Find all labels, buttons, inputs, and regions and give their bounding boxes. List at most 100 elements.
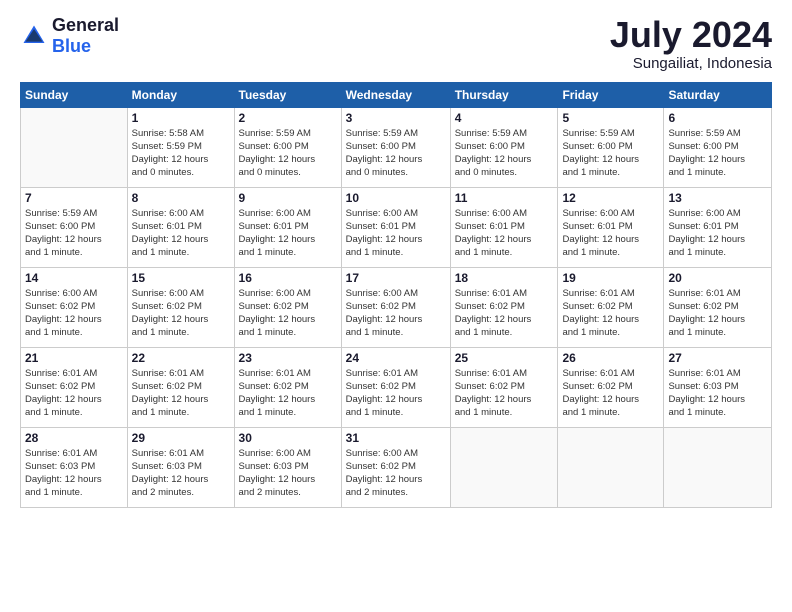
- day-number: 22: [132, 351, 230, 365]
- calendar-cell: 13 Sunrise: 6:00 AMSunset: 6:01 PMDayligh…: [664, 187, 772, 267]
- calendar-cell: 27Sunrise: 6:01 AMSunset: 6:03 PMDayligh…: [664, 347, 772, 427]
- day-number: 20: [668, 271, 767, 285]
- day-number: 23: [239, 351, 337, 365]
- day-info: Sunrise: 6:01 AMSunset: 6:02 PMDaylight:…: [668, 287, 767, 340]
- calendar-header-row: Sunday Monday Tuesday Wednesday Thursday…: [21, 82, 772, 107]
- calendar-cell: 23 Sunrise: 6:01 AMSunset: 6:02 PMDayligh…: [234, 347, 341, 427]
- day-number: 14: [25, 271, 123, 285]
- logo-icon: [20, 22, 48, 50]
- calendar-cell: 26Sunrise: 6:01 AMSunset: 6:02 PMDayligh…: [558, 347, 664, 427]
- calendar-cell: 2 Sunrise: 5:59 AMSunset: 6:00 PMDaylight…: [234, 107, 341, 187]
- day-number: 26: [562, 351, 659, 365]
- calendar-cell: 14Sunrise: 6:00 AMSunset: 6:02 PMDayligh…: [21, 267, 128, 347]
- day-number: 12: [562, 191, 659, 205]
- calendar-cell: 3 Sunrise: 5:59 AMSunset: 6:00 PMDaylight…: [341, 107, 450, 187]
- calendar-cell: [450, 427, 558, 507]
- week-row-2: 7 Sunrise: 5:59 AMSunset: 6:00 PMDaylight…: [21, 187, 772, 267]
- col-saturday: Saturday: [664, 82, 772, 107]
- calendar-cell: 31 Sunrise: 6:00 AMSunset: 6:02 PMDayligh…: [341, 427, 450, 507]
- calendar-cell: 7 Sunrise: 5:59 AMSunset: 6:00 PMDaylight…: [21, 187, 128, 267]
- day-number: 15: [132, 271, 230, 285]
- calendar-cell: 29Sunrise: 6:01 AMSunset: 6:03 PMDayligh…: [127, 427, 234, 507]
- logo-text: General Blue: [52, 15, 119, 57]
- calendar-cell: 11Sunrise: 6:00 AMSunset: 6:01 PMDayligh…: [450, 187, 558, 267]
- header: General Blue July 2024 Sungailiat, Indon…: [20, 15, 772, 72]
- col-tuesday: Tuesday: [234, 82, 341, 107]
- calendar-cell: [558, 427, 664, 507]
- day-info: Sunrise: 6:00 AMSunset: 6:02 PMDaylight:…: [346, 447, 446, 500]
- logo: General Blue: [20, 15, 119, 57]
- day-number: 3: [346, 111, 446, 125]
- calendar-cell: [664, 427, 772, 507]
- day-number: 6: [668, 111, 767, 125]
- day-number: 28: [25, 431, 123, 445]
- col-friday: Friday: [558, 82, 664, 107]
- calendar-cell: 22 Sunrise: 6:01 AMSunset: 6:02 PMDayligh…: [127, 347, 234, 427]
- day-info: Sunrise: 6:01 AMSunset: 6:02 PMDaylight:…: [346, 367, 446, 420]
- logo-general: General: [52, 15, 119, 35]
- day-number: 17: [346, 271, 446, 285]
- day-number: 7: [25, 191, 123, 205]
- calendar-cell: 28Sunrise: 6:01 AMSunset: 6:03 PMDayligh…: [21, 427, 128, 507]
- day-info: Sunrise: 6:01 AMSunset: 6:02 PMDaylight:…: [562, 287, 659, 340]
- day-info: Sunrise: 5:59 AMSunset: 6:00 PMDaylight:…: [25, 207, 123, 260]
- calendar-cell: 5Sunrise: 5:59 AMSunset: 6:00 PMDaylight…: [558, 107, 664, 187]
- calendar-cell: 21 Sunrise: 6:01 AMSunset: 6:02 PMDayligh…: [21, 347, 128, 427]
- calendar-cell: [21, 107, 128, 187]
- day-number: 4: [455, 111, 554, 125]
- week-row-1: 1Sunrise: 5:58 AMSunset: 5:59 PMDaylight…: [21, 107, 772, 187]
- day-number: 13: [668, 191, 767, 205]
- title-block: July 2024 Sungailiat, Indonesia: [610, 15, 772, 72]
- day-info: Sunrise: 6:01 AMSunset: 6:02 PMDaylight:…: [455, 287, 554, 340]
- day-info: Sunrise: 6:00 AMSunset: 6:03 PMDaylight:…: [239, 447, 337, 500]
- week-row-3: 14 Sunrise: 6:00 AMSunset: 6:02 PMDayligh…: [21, 267, 772, 347]
- day-info: Sunrise: 5:59 AMSunset: 6:00 PMDaylight:…: [239, 127, 337, 180]
- day-info: Sunrise: 6:00 AMSunset: 6:01 PMDaylight:…: [346, 207, 446, 260]
- calendar-cell: 18 Sunrise: 6:01 AMSunset: 6:02 PMDayligh…: [450, 267, 558, 347]
- day-info: Sunrise: 6:01 AMSunset: 6:02 PMDaylight:…: [132, 367, 230, 420]
- day-info: Sunrise: 6:00 AMSunset: 6:01 PMDaylight:…: [668, 207, 767, 260]
- day-number: 21: [25, 351, 123, 365]
- day-info: Sunrise: 6:00 AMSunset: 6:02 PMDaylight:…: [346, 287, 446, 340]
- col-monday: Monday: [127, 82, 234, 107]
- day-info: Sunrise: 6:01 AMSunset: 6:02 PMDaylight:…: [239, 367, 337, 420]
- day-number: 8: [132, 191, 230, 205]
- day-info: Sunrise: 5:59 AMSunset: 6:00 PMDaylight:…: [668, 127, 767, 180]
- logo-blue: Blue: [52, 36, 91, 56]
- day-number: 27: [668, 351, 767, 365]
- calendar-cell: 30 Sunrise: 6:00 AMSunset: 6:03 PMDayligh…: [234, 427, 341, 507]
- day-info: Sunrise: 6:00 AMSunset: 6:01 PMDaylight:…: [132, 207, 230, 260]
- day-info: Sunrise: 6:01 AMSunset: 6:02 PMDaylight:…: [25, 367, 123, 420]
- month-title: July 2024: [610, 15, 772, 55]
- calendar-cell: 15 Sunrise: 6:00 AMSunset: 6:02 PMDayligh…: [127, 267, 234, 347]
- calendar-cell: 10Sunrise: 6:00 AMSunset: 6:01 PMDayligh…: [341, 187, 450, 267]
- day-number: 19: [562, 271, 659, 285]
- day-info: Sunrise: 6:01 AMSunset: 6:03 PMDaylight:…: [132, 447, 230, 500]
- calendar-cell: 4 Sunrise: 5:59 AMSunset: 6:00 PMDaylight…: [450, 107, 558, 187]
- day-info: Sunrise: 6:00 AMSunset: 6:01 PMDaylight:…: [455, 207, 554, 260]
- calendar-cell: 1Sunrise: 5:58 AMSunset: 5:59 PMDaylight…: [127, 107, 234, 187]
- calendar-cell: 6 Sunrise: 5:59 AMSunset: 6:00 PMDaylight…: [664, 107, 772, 187]
- day-info: Sunrise: 5:58 AMSunset: 5:59 PMDaylight:…: [132, 127, 230, 180]
- day-number: 9: [239, 191, 337, 205]
- calendar-table: Sunday Monday Tuesday Wednesday Thursday…: [20, 82, 772, 508]
- calendar-cell: 20 Sunrise: 6:01 AMSunset: 6:02 PMDayligh…: [664, 267, 772, 347]
- day-info: Sunrise: 6:00 AMSunset: 6:02 PMDaylight:…: [132, 287, 230, 340]
- col-sunday: Sunday: [21, 82, 128, 107]
- day-number: 31: [346, 431, 446, 445]
- calendar-cell: 9Sunrise: 6:00 AMSunset: 6:01 PMDaylight…: [234, 187, 341, 267]
- page: General Blue July 2024 Sungailiat, Indon…: [0, 0, 792, 612]
- day-number: 25: [455, 351, 554, 365]
- day-info: Sunrise: 5:59 AMSunset: 6:00 PMDaylight:…: [346, 127, 446, 180]
- day-number: 24: [346, 351, 446, 365]
- day-number: 18: [455, 271, 554, 285]
- col-thursday: Thursday: [450, 82, 558, 107]
- day-number: 16: [239, 271, 337, 285]
- calendar-cell: 24 Sunrise: 6:01 AMSunset: 6:02 PMDayligh…: [341, 347, 450, 427]
- day-number: 5: [562, 111, 659, 125]
- day-info: Sunrise: 6:00 AMSunset: 6:02 PMDaylight:…: [239, 287, 337, 340]
- calendar-cell: 8 Sunrise: 6:00 AMSunset: 6:01 PMDaylight…: [127, 187, 234, 267]
- day-info: Sunrise: 5:59 AMSunset: 6:00 PMDaylight:…: [455, 127, 554, 180]
- day-number: 30: [239, 431, 337, 445]
- day-number: 2: [239, 111, 337, 125]
